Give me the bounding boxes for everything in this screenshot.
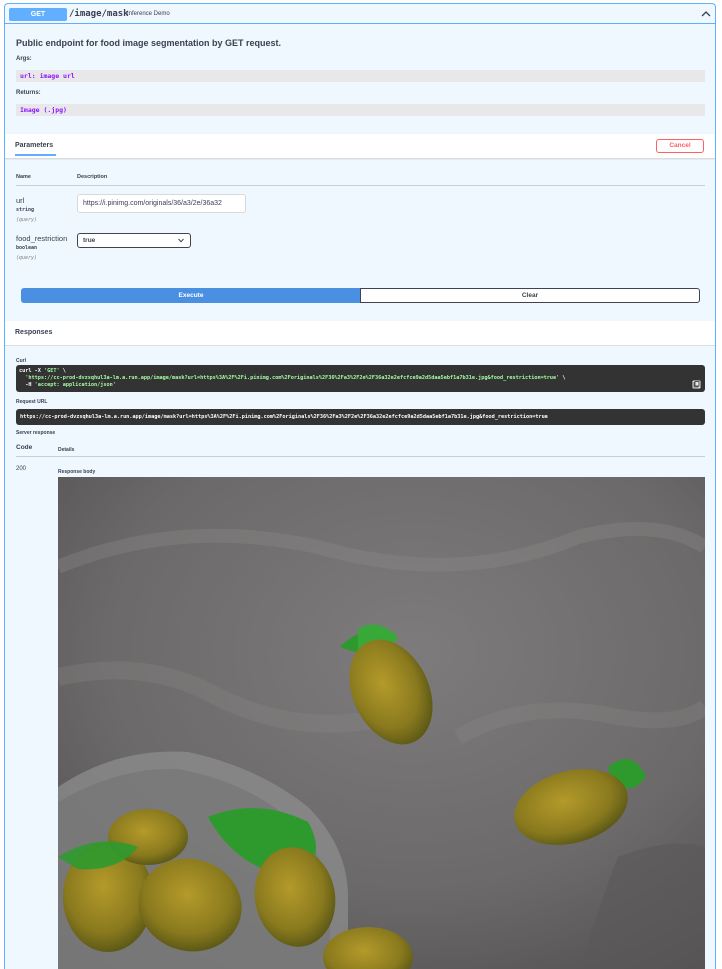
curl-line1-tail: \ (59, 368, 66, 374)
curl-method: 'GET' (44, 368, 60, 374)
server-response-label: Server response (16, 430, 56, 436)
args-code: url: image url (16, 70, 705, 82)
curl-line2-tail: \ (559, 375, 566, 381)
args-label: Args: (16, 56, 32, 62)
parameters-header: Parameters Cancel (5, 134, 715, 159)
request-url-label: Request URL (16, 399, 48, 405)
chevron-down-icon (178, 238, 184, 243)
tab-parameters[interactable]: Parameters (15, 142, 53, 149)
param-name-url: url (16, 196, 25, 205)
param-in-url: (query) (16, 217, 38, 223)
curl-header-flag: -H (19, 382, 35, 388)
returns-label: Returns: (16, 90, 41, 96)
food-restriction-value: true (83, 237, 96, 244)
param-type-url: string (16, 207, 35, 213)
request-url-block[interactable]: https://cc-prod-dvzsqhul3a-lm.a.run.app/… (16, 409, 705, 425)
column-header-name: Name (16, 174, 31, 180)
param-name-food-restriction: food_restriction (16, 234, 68, 243)
food-restriction-select[interactable]: true (77, 233, 191, 248)
response-body-label: Response body (58, 469, 96, 475)
returns-code: Image (.jpg) (16, 104, 705, 116)
endpoint-path: /image/mask (69, 9, 129, 19)
clear-button[interactable]: Clear (360, 288, 700, 303)
curl-command-block[interactable]: curl -X 'GET' \ 'https://cc-prod-dvzsqhu… (16, 365, 705, 392)
copy-icon[interactable] (692, 380, 701, 389)
divider (16, 185, 705, 186)
responses-header: Responses (5, 321, 715, 346)
operation-description: Public endpoint for food image segmentat… (16, 38, 282, 48)
response-image (58, 477, 705, 969)
curl-header: 'accept: application/json' (34, 382, 116, 388)
curl-cmd: curl -X (19, 368, 44, 374)
http-method-badge: GET (9, 8, 67, 21)
column-header-details: Details (58, 447, 75, 453)
param-type-food-restriction: boolean (16, 245, 38, 251)
chevron-up-icon[interactable] (701, 9, 711, 19)
operation-block-get-image-mask: GET /image/mask Inference Demo Public en… (4, 3, 716, 969)
tab-active-indicator (15, 154, 56, 156)
divider (16, 456, 705, 457)
param-in-food-restriction: (query) (16, 255, 38, 261)
column-header-code: Code (16, 444, 33, 451)
cancel-button[interactable]: Cancel (656, 139, 704, 153)
parameters-table: Name Description url string (query) http… (5, 160, 715, 322)
operation-summary[interactable]: GET /image/mask Inference Demo (5, 4, 715, 24)
execute-button[interactable]: Execute (21, 288, 361, 303)
curl-label: Curl (16, 358, 26, 364)
url-input[interactable]: https://i.pinimg.com/originals/36/a3/2e/… (77, 194, 246, 213)
operation-summary-text: Inference Demo (127, 11, 170, 17)
response-status-code: 200 (16, 466, 27, 472)
responses-title: Responses (15, 329, 53, 336)
curl-url: 'https://cc-prod-dvzsqhul3a-lm.a.run.app… (19, 375, 560, 381)
column-header-description: Description (77, 174, 108, 180)
